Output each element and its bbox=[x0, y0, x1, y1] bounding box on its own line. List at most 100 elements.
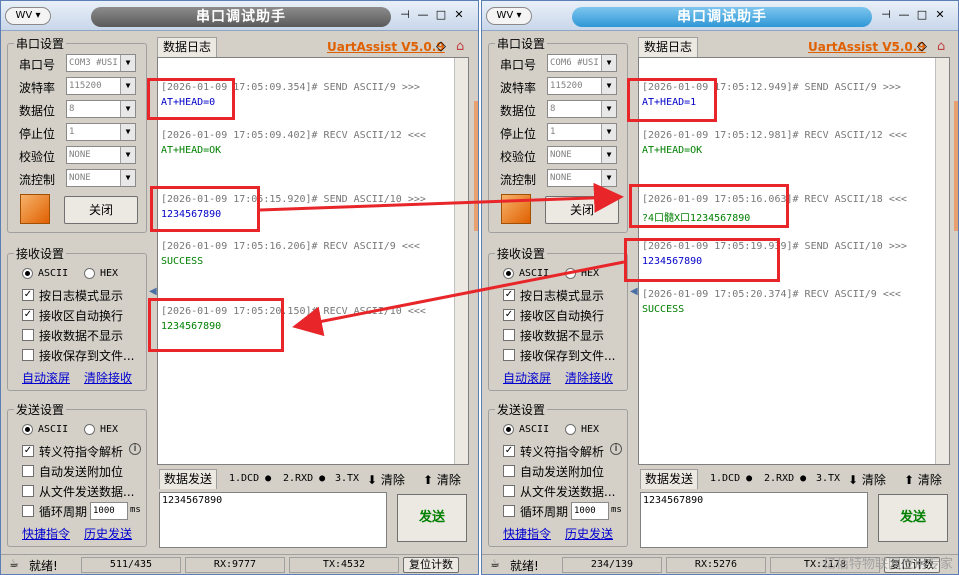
diamond-icon[interactable]: ◇ bbox=[917, 39, 927, 54]
log-scrollbar[interactable] bbox=[454, 58, 468, 464]
brand-link[interactable]: UartAssist V5.0.9 bbox=[327, 40, 445, 54]
send-input[interactable]: 1234567890 bbox=[640, 492, 868, 548]
databits-select[interactable]: 8 ▼ bbox=[66, 100, 136, 118]
loop-period-input[interactable]: 1000 bbox=[571, 502, 609, 520]
minimize-button[interactable]: — bbox=[896, 7, 912, 23]
tab-data-log[interactable]: 数据日志 bbox=[157, 37, 217, 57]
close-port-button[interactable]: 关闭 bbox=[64, 196, 138, 224]
log-scrollbar[interactable] bbox=[935, 58, 949, 464]
info-icon[interactable]: i bbox=[610, 443, 622, 455]
history-link[interactable]: 历史发送 bbox=[565, 525, 613, 542]
send-input[interactable]: 1234567890 bbox=[159, 492, 387, 548]
collapse-left-icon[interactable]: ◀ bbox=[149, 286, 157, 297]
hide-recv-checkbox[interactable] bbox=[22, 329, 34, 341]
send-ascii-radio[interactable] bbox=[503, 424, 514, 435]
autowrap-checkbox[interactable]: ✓ bbox=[503, 309, 515, 321]
parity-select[interactable]: NONE ▼ bbox=[547, 146, 617, 164]
baud-select[interactable]: 115200 ▼ bbox=[547, 77, 617, 95]
system-menu-icon[interactable]: WV ▾ bbox=[486, 7, 532, 25]
send-ascii-radio[interactable] bbox=[22, 424, 33, 435]
highlight-box-w2-head1 bbox=[627, 78, 717, 122]
recv-ascii-radio[interactable] bbox=[22, 268, 33, 279]
escape-checkbox[interactable]: ✓ bbox=[22, 445, 34, 457]
clear-log-button[interactable]: ⬆ 清除 bbox=[423, 471, 461, 488]
close-window-button[interactable]: ✕ bbox=[932, 7, 948, 23]
send-hex-radio[interactable] bbox=[84, 424, 95, 435]
tab-data-log[interactable]: 数据日志 bbox=[638, 37, 698, 57]
port-select[interactable]: COM6 #USI ▼ bbox=[547, 54, 617, 72]
clear-recv-link[interactable]: 清除接收 bbox=[565, 369, 613, 386]
send-button[interactable]: 发送 bbox=[878, 494, 948, 542]
splitter-handle[interactable] bbox=[474, 101, 478, 231]
save-recv-checkbox[interactable] bbox=[22, 349, 34, 361]
highlight-box-w1-head0 bbox=[147, 78, 235, 120]
from-file-checkbox[interactable] bbox=[22, 485, 34, 497]
port-select[interactable]: COM3 #USI ▼ bbox=[66, 54, 136, 72]
system-menu-icon[interactable]: WV ▾ bbox=[5, 7, 51, 25]
tab-data-send[interactable]: 数据发送 bbox=[640, 469, 698, 489]
clear-recv-link[interactable]: 清除接收 bbox=[84, 369, 132, 386]
bell-icon[interactable]: ⌂ bbox=[456, 39, 464, 54]
receive-settings-title: 接收设置 bbox=[495, 245, 548, 262]
down-arrow-icon: ⬇ bbox=[848, 473, 859, 487]
log-entry-body: SUCCESS bbox=[642, 304, 685, 315]
diamond-icon[interactable]: ◇ bbox=[436, 39, 446, 54]
splitter-handle[interactable] bbox=[954, 101, 958, 231]
chevron-down-icon: ▼ bbox=[120, 170, 135, 186]
baud-label: 波特率 bbox=[500, 81, 537, 95]
pin-icon[interactable]: ⊣ bbox=[397, 7, 413, 23]
flow-select[interactable]: NONE ▼ bbox=[547, 169, 617, 187]
clear-send-button[interactable]: ⬇ 清除 bbox=[367, 471, 405, 488]
highlight-box-w1-send bbox=[150, 186, 260, 232]
flow-select[interactable]: NONE ▼ bbox=[66, 169, 136, 187]
pin-icon[interactable]: ⊣ bbox=[878, 7, 894, 23]
auto-append-label: 自动发送附加位 bbox=[520, 465, 605, 479]
send-hex-radio[interactable] bbox=[565, 424, 576, 435]
shortcut-link[interactable]: 快捷指令 bbox=[22, 525, 70, 542]
log-mode-checkbox[interactable]: ✓ bbox=[22, 289, 34, 301]
chevron-down-icon: ▼ bbox=[601, 170, 616, 186]
auto-scroll-link[interactable]: 自动滚屏 bbox=[503, 369, 551, 386]
stopbits-select[interactable]: 1 ▼ bbox=[547, 123, 617, 141]
parity-select[interactable]: NONE ▼ bbox=[66, 146, 136, 164]
reset-count-button[interactable]: 复位计数 bbox=[403, 557, 459, 573]
close-port-button[interactable]: 关闭 bbox=[545, 196, 619, 224]
clear-log-button[interactable]: ⬆ 清除 bbox=[904, 471, 942, 488]
collapse-left-icon[interactable]: ◀ bbox=[630, 286, 638, 297]
from-file-checkbox[interactable] bbox=[503, 485, 515, 497]
loop-period-input[interactable]: 1000 bbox=[90, 502, 128, 520]
loop-checkbox[interactable] bbox=[503, 505, 515, 517]
baud-select[interactable]: 115200 ▼ bbox=[66, 77, 136, 95]
history-link[interactable]: 历史发送 bbox=[84, 525, 132, 542]
bell-icon[interactable]: ⌂ bbox=[937, 39, 945, 54]
save-recv-checkbox[interactable] bbox=[503, 349, 515, 361]
auto-append-checkbox[interactable] bbox=[22, 465, 34, 477]
log-mode-checkbox[interactable]: ✓ bbox=[503, 289, 515, 301]
databits-select[interactable]: 8 ▼ bbox=[547, 100, 617, 118]
maximize-button[interactable]: □ bbox=[914, 7, 930, 23]
tab-data-send[interactable]: 数据发送 bbox=[159, 469, 217, 489]
send-button[interactable]: 发送 bbox=[397, 494, 467, 542]
recv-hex-radio[interactable] bbox=[84, 268, 95, 279]
hide-recv-checkbox[interactable] bbox=[503, 329, 515, 341]
escape-checkbox[interactable]: ✓ bbox=[503, 445, 515, 457]
title-bar: WV ▾ 串口调试助手 ⊣ — □ ✕ bbox=[482, 1, 958, 31]
brand-link[interactable]: UartAssist V5.0.9 bbox=[808, 40, 926, 54]
maximize-button[interactable]: □ bbox=[433, 7, 449, 23]
auto-scroll-link[interactable]: 自动滚屏 bbox=[22, 369, 70, 386]
minimize-button[interactable]: — bbox=[415, 7, 431, 23]
shortcut-link[interactable]: 快捷指令 bbox=[503, 525, 551, 542]
auto-append-checkbox[interactable] bbox=[503, 465, 515, 477]
status-icon: ☕ bbox=[9, 557, 19, 570]
recv-hex-radio[interactable] bbox=[565, 268, 576, 279]
close-window-button[interactable]: ✕ bbox=[451, 7, 467, 23]
clear-send-button[interactable]: ⬇ 清除 bbox=[848, 471, 886, 488]
loop-checkbox[interactable] bbox=[22, 505, 34, 517]
recv-ascii-radio[interactable] bbox=[503, 268, 514, 279]
log-entry-header: [2026-01-09 17:05:09.402]# RECV ASCII/12… bbox=[161, 130, 426, 141]
autowrap-checkbox[interactable]: ✓ bbox=[22, 309, 34, 321]
info-icon[interactable]: i bbox=[129, 443, 141, 455]
port-status-icon bbox=[501, 194, 531, 224]
stopbits-select[interactable]: 1 ▼ bbox=[66, 123, 136, 141]
save-recv-label: 接收保存到文件... bbox=[520, 349, 616, 363]
